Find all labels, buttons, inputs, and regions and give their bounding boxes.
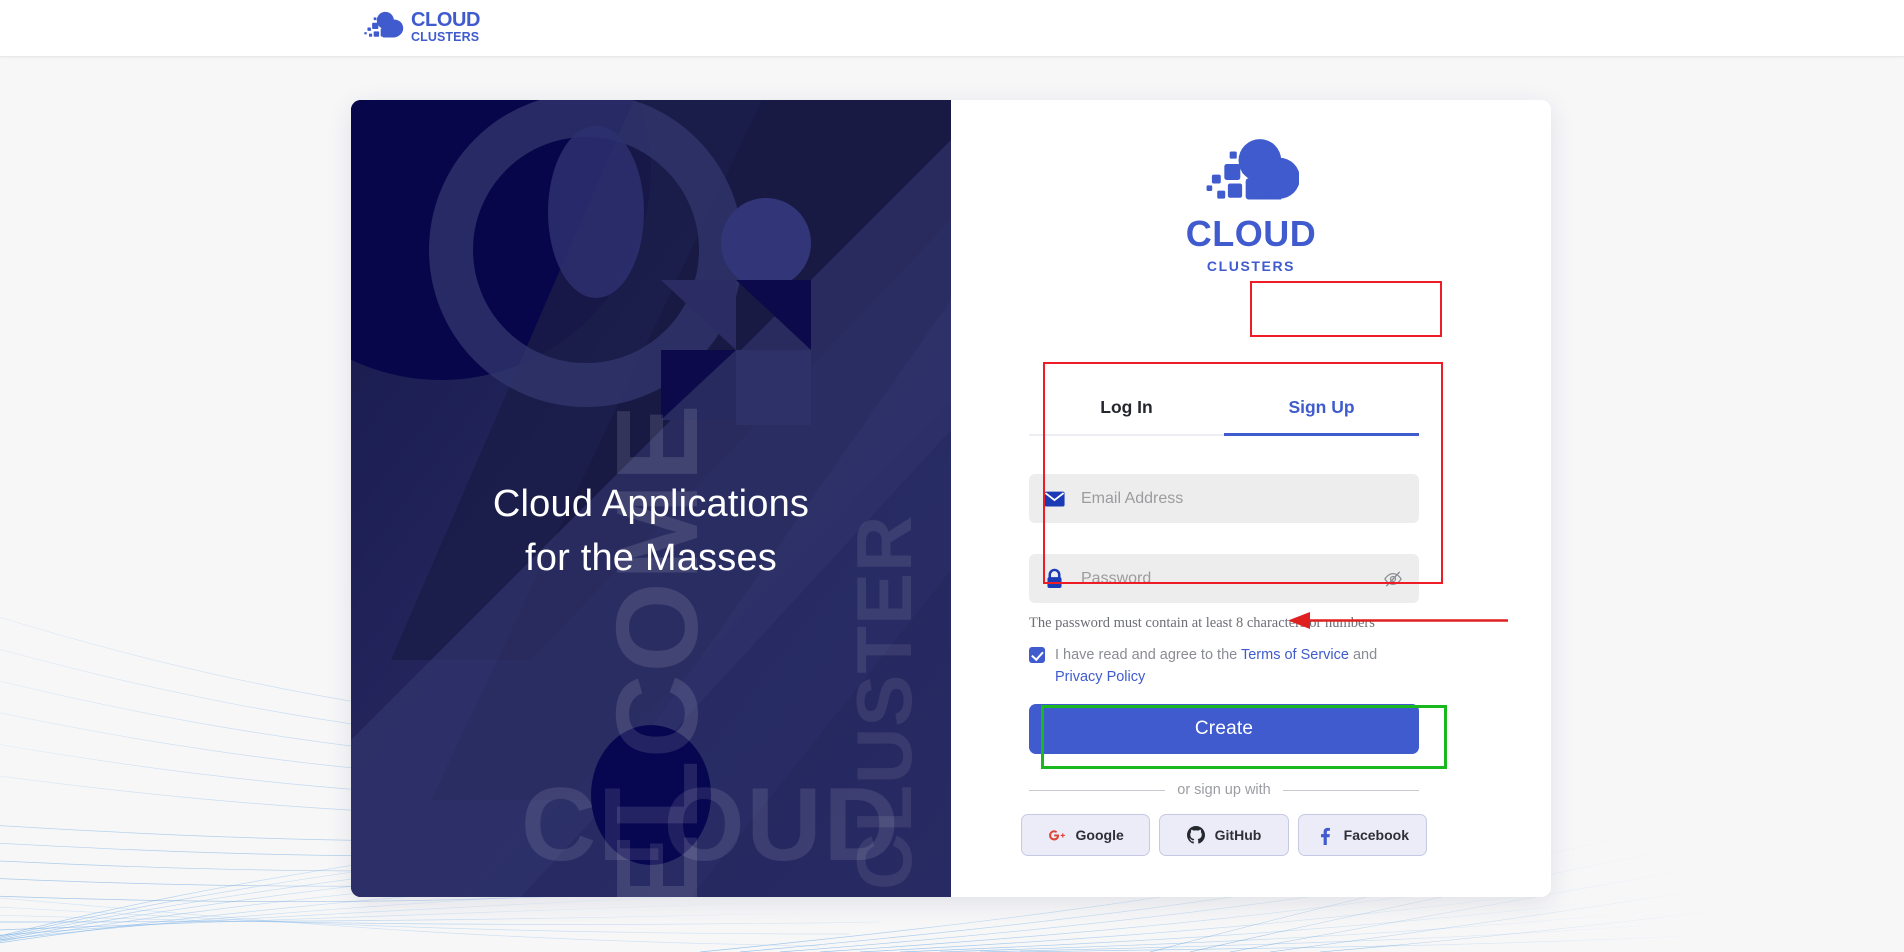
terms-text-between: and xyxy=(1348,647,1378,663)
google-signup-label: Google xyxy=(1075,827,1124,843)
tab-signup[interactable]: Sign Up xyxy=(1224,383,1419,436)
privacy-policy-link[interactable]: Privacy Policy xyxy=(1055,669,1145,685)
eye-slash-icon[interactable] xyxy=(1381,567,1405,591)
password-field-wrapper[interactable] xyxy=(1029,554,1419,603)
terms-agreement: I have read and agree to the Terms of Se… xyxy=(1029,644,1379,689)
hero-title-line2: for the Masses xyxy=(524,536,777,579)
auth-form-panel: CLOUD CLUSTERS Log In Sign Up Email Addr… xyxy=(951,100,1551,897)
brand-line2: CLUSTERS xyxy=(1206,258,1296,274)
header-logo-line1: CLOUD xyxy=(411,9,481,32)
social-divider: or sign up with xyxy=(1029,782,1419,798)
password-hint: The password must contain at least 8 cha… xyxy=(1029,615,1375,631)
header-logo-line2: CLUSTERS xyxy=(411,30,480,45)
terms-text-before: I have read and agree to the xyxy=(1055,647,1241,663)
social-buttons-row: Google GitHub Facebook xyxy=(1021,814,1427,856)
lock-icon xyxy=(1043,568,1065,590)
brand-line1: CLOUD xyxy=(1185,213,1317,254)
facebook-signup-label: Facebook xyxy=(1343,827,1409,843)
facebook-signup-button[interactable]: Facebook xyxy=(1297,814,1427,856)
svg-text:CLOUD: CLOUD xyxy=(521,767,901,883)
terms-text: I have read and agree to the Terms of Se… xyxy=(1055,644,1379,689)
google-plus-icon xyxy=(1048,826,1066,844)
brand-logo: CLOUD CLUSTERS xyxy=(951,132,1551,274)
terms-checkbox[interactable] xyxy=(1029,647,1045,663)
header-logo[interactable]: CLOUD CLUSTERS xyxy=(362,8,481,46)
email-input[interactable] xyxy=(1081,489,1405,508)
password-input[interactable] xyxy=(1081,569,1381,588)
divider-text: or sign up with xyxy=(1177,782,1271,798)
google-signup-button[interactable]: Google xyxy=(1021,814,1151,856)
hero-panel: WELCOME CLUSTER CLOUD Cloud Applications… xyxy=(351,100,951,897)
facebook-f-icon xyxy=(1316,826,1334,845)
hero-title-line1: Cloud Applications xyxy=(492,483,810,525)
hero-title: Cloud Applications for the Masses xyxy=(351,478,951,586)
tab-login[interactable]: Log In xyxy=(1029,383,1224,434)
envelope-icon xyxy=(1043,488,1065,510)
auth-card: WELCOME CLUSTER CLOUD Cloud Applications… xyxy=(351,100,1551,897)
github-icon xyxy=(1186,826,1205,844)
cloud-clusters-logo-icon xyxy=(1203,132,1300,210)
github-signup-button[interactable]: GitHub xyxy=(1159,814,1289,856)
cloud-clusters-logo-icon xyxy=(362,8,404,46)
email-field-wrapper[interactable] xyxy=(1029,474,1419,523)
create-button[interactable]: Create xyxy=(1029,704,1419,754)
divider-line-right xyxy=(1282,789,1419,791)
github-signup-label: GitHub xyxy=(1214,827,1262,843)
auth-tabs: Log In Sign Up xyxy=(1029,383,1419,436)
divider-line-left xyxy=(1029,789,1166,791)
terms-of-service-link[interactable]: Terms of Service xyxy=(1241,647,1349,663)
page-header: CLOUD CLUSTERS xyxy=(0,0,1904,57)
